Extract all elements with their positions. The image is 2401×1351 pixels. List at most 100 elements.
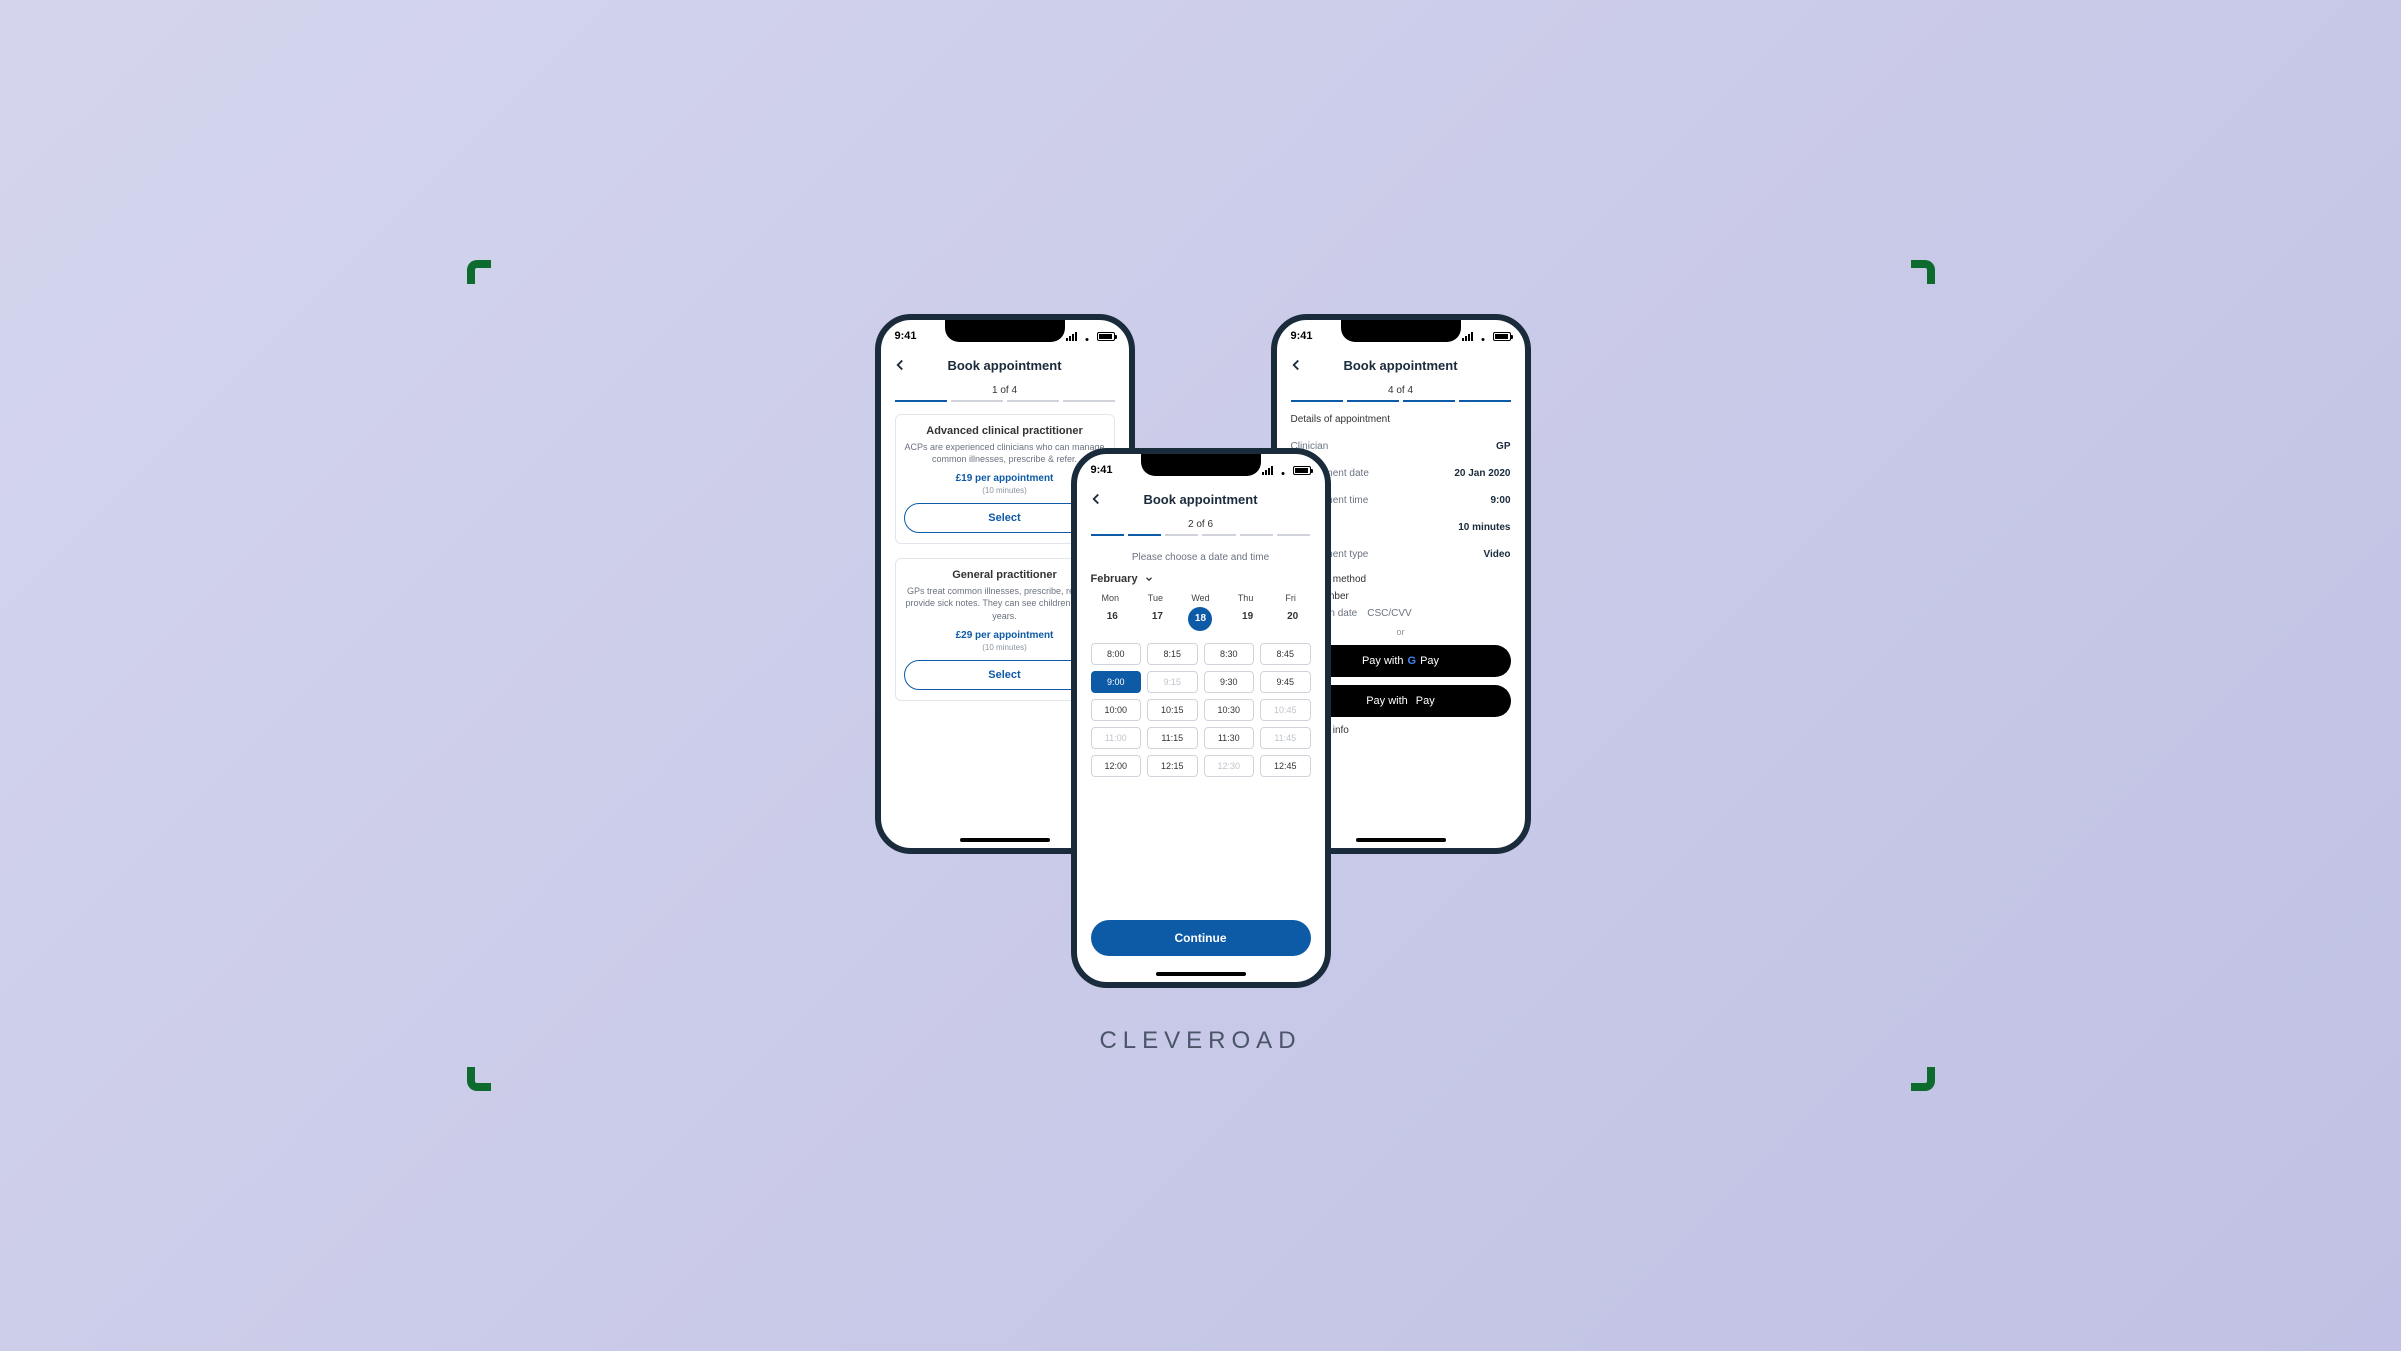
weekday-label: Fri xyxy=(1271,593,1311,603)
battery-icon xyxy=(1293,466,1311,475)
month-label: February xyxy=(1091,573,1138,585)
home-indicator xyxy=(960,838,1050,842)
progress-bar xyxy=(1291,400,1511,402)
mockup-stage: 9:41 Book appointment 1 of 4 Advanced cl… xyxy=(473,266,1929,1085)
time-slot[interactable]: 11:15 xyxy=(1147,727,1198,749)
month-selector[interactable]: February xyxy=(1091,573,1311,585)
back-icon[interactable] xyxy=(1087,490,1105,508)
back-icon[interactable] xyxy=(891,356,909,374)
time-slot[interactable]: 8:00 xyxy=(1091,643,1142,665)
statusbar-time: 9:41 xyxy=(1091,464,1113,476)
time-slot[interactable]: 10:00 xyxy=(1091,699,1142,721)
calendar-day[interactable]: 17 xyxy=(1152,607,1159,631)
chevron-down-icon xyxy=(1144,574,1154,584)
detail-value: Video xyxy=(1483,549,1510,560)
detail-row: ClinicianGP xyxy=(1291,433,1511,460)
statusbar-icons xyxy=(1462,332,1511,341)
calendar-day[interactable]: 20 xyxy=(1287,607,1294,631)
time-slot[interactable]: 8:45 xyxy=(1260,643,1311,665)
weekday-label: Wed xyxy=(1181,593,1221,603)
time-slot[interactable]: 9:00 xyxy=(1091,671,1142,693)
progress: 2 of 6 xyxy=(1077,511,1325,538)
time-slot[interactable]: 11:30 xyxy=(1204,727,1255,749)
page-title: Book appointment xyxy=(895,358,1115,373)
weekday-label: Tue xyxy=(1136,593,1176,603)
hint-text: Please choose a date and time xyxy=(1091,552,1311,563)
notch xyxy=(1341,320,1461,342)
time-slots: 8:008:158:308:459:009:159:309:4510:0010:… xyxy=(1091,643,1311,777)
detail-value: GP xyxy=(1496,441,1510,452)
card-desc: ACPs are experienced clinicians who can … xyxy=(904,441,1106,465)
time-slot[interactable]: 9:30 xyxy=(1204,671,1255,693)
statusbar-time: 9:41 xyxy=(1291,330,1313,342)
back-icon[interactable] xyxy=(1287,356,1305,374)
continue-button[interactable]: Continue xyxy=(1091,920,1311,956)
statusbar-time: 9:41 xyxy=(895,330,917,342)
signal-icon xyxy=(1462,332,1473,341)
detail-label: Clinician xyxy=(1291,441,1497,452)
time-slot: 11:00 xyxy=(1091,727,1142,749)
time-slot: 9:15 xyxy=(1147,671,1198,693)
progress-bar xyxy=(1091,534,1311,536)
statusbar-icons xyxy=(1066,332,1115,341)
time-slot: 12:30 xyxy=(1204,755,1255,777)
signal-icon xyxy=(1262,466,1273,475)
page-title: Book appointment xyxy=(1291,358,1511,373)
step-label: 1 of 4 xyxy=(895,385,1115,396)
frame-corner xyxy=(1911,1067,1935,1091)
weekday-label: Mon xyxy=(1091,593,1131,603)
brand-logo: CLEVEROAD xyxy=(1099,1027,1301,1055)
cvv-label: CSC/CVV xyxy=(1367,608,1411,619)
frame-corner xyxy=(467,260,491,284)
time-slot[interactable]: 10:15 xyxy=(1147,699,1198,721)
time-slot: 10:45 xyxy=(1260,699,1311,721)
appbar: Book appointment xyxy=(1277,352,1525,377)
time-slot[interactable]: 12:15 xyxy=(1147,755,1198,777)
progress: 1 of 4 xyxy=(881,377,1129,404)
time-slot[interactable]: 8:15 xyxy=(1147,643,1198,665)
time-slot[interactable]: 12:45 xyxy=(1260,755,1311,777)
calendar-day[interactable]: 18 xyxy=(1188,607,1212,631)
step-label: 4 of 4 xyxy=(1291,385,1511,396)
phone-step2: 9:41 Book appointment 2 of 6 Please choo… xyxy=(1071,448,1331,988)
pay-prefix: Pay with xyxy=(1362,655,1404,667)
detail-value: 20 Jan 2020 xyxy=(1454,468,1510,479)
weekday-label: Thu xyxy=(1226,593,1266,603)
appbar: Book appointment xyxy=(1077,486,1325,511)
calendar-days: 16 17 18 19 20 xyxy=(1091,607,1311,631)
progress: 4 of 4 xyxy=(1277,377,1525,404)
frame-corner xyxy=(467,1067,491,1091)
detail-value: 10 minutes xyxy=(1458,522,1510,533)
wifi-icon xyxy=(1277,466,1289,475)
home-indicator xyxy=(1156,972,1246,976)
page-title: Book appointment xyxy=(1091,492,1311,507)
battery-icon xyxy=(1493,332,1511,341)
detail-value: 9:00 xyxy=(1490,495,1510,506)
pay-prefix: Pay with xyxy=(1366,695,1408,707)
signal-icon xyxy=(1066,332,1077,341)
step-label: 2 of 6 xyxy=(1091,519,1311,530)
time-slot: 11:45 xyxy=(1260,727,1311,749)
pay-suffix: Pay xyxy=(1420,655,1439,667)
notch xyxy=(945,320,1065,342)
section-heading: Details of appointment xyxy=(1291,414,1511,425)
time-slot[interactable]: 9:45 xyxy=(1260,671,1311,693)
card-title: Advanced clinical practitioner xyxy=(904,425,1106,437)
battery-icon xyxy=(1097,332,1115,341)
notch xyxy=(1141,454,1261,476)
statusbar-icons xyxy=(1262,466,1311,475)
wifi-icon xyxy=(1477,332,1489,341)
appbar: Book appointment xyxy=(881,352,1129,377)
time-slot[interactable]: 10:30 xyxy=(1204,699,1255,721)
home-indicator xyxy=(1356,838,1446,842)
calendar-day[interactable]: 16 xyxy=(1107,607,1114,631)
time-slot[interactable]: 12:00 xyxy=(1091,755,1142,777)
calendar-day[interactable]: 19 xyxy=(1242,607,1249,631)
frame-corner xyxy=(1911,260,1935,284)
time-slot[interactable]: 8:30 xyxy=(1204,643,1255,665)
content: Please choose a date and time February M… xyxy=(1077,538,1325,787)
wifi-icon xyxy=(1081,332,1093,341)
pay-suffix: Pay xyxy=(1416,695,1435,707)
calendar-weekdays: Mon Tue Wed Thu Fri xyxy=(1091,593,1311,603)
progress-bar xyxy=(895,400,1115,402)
